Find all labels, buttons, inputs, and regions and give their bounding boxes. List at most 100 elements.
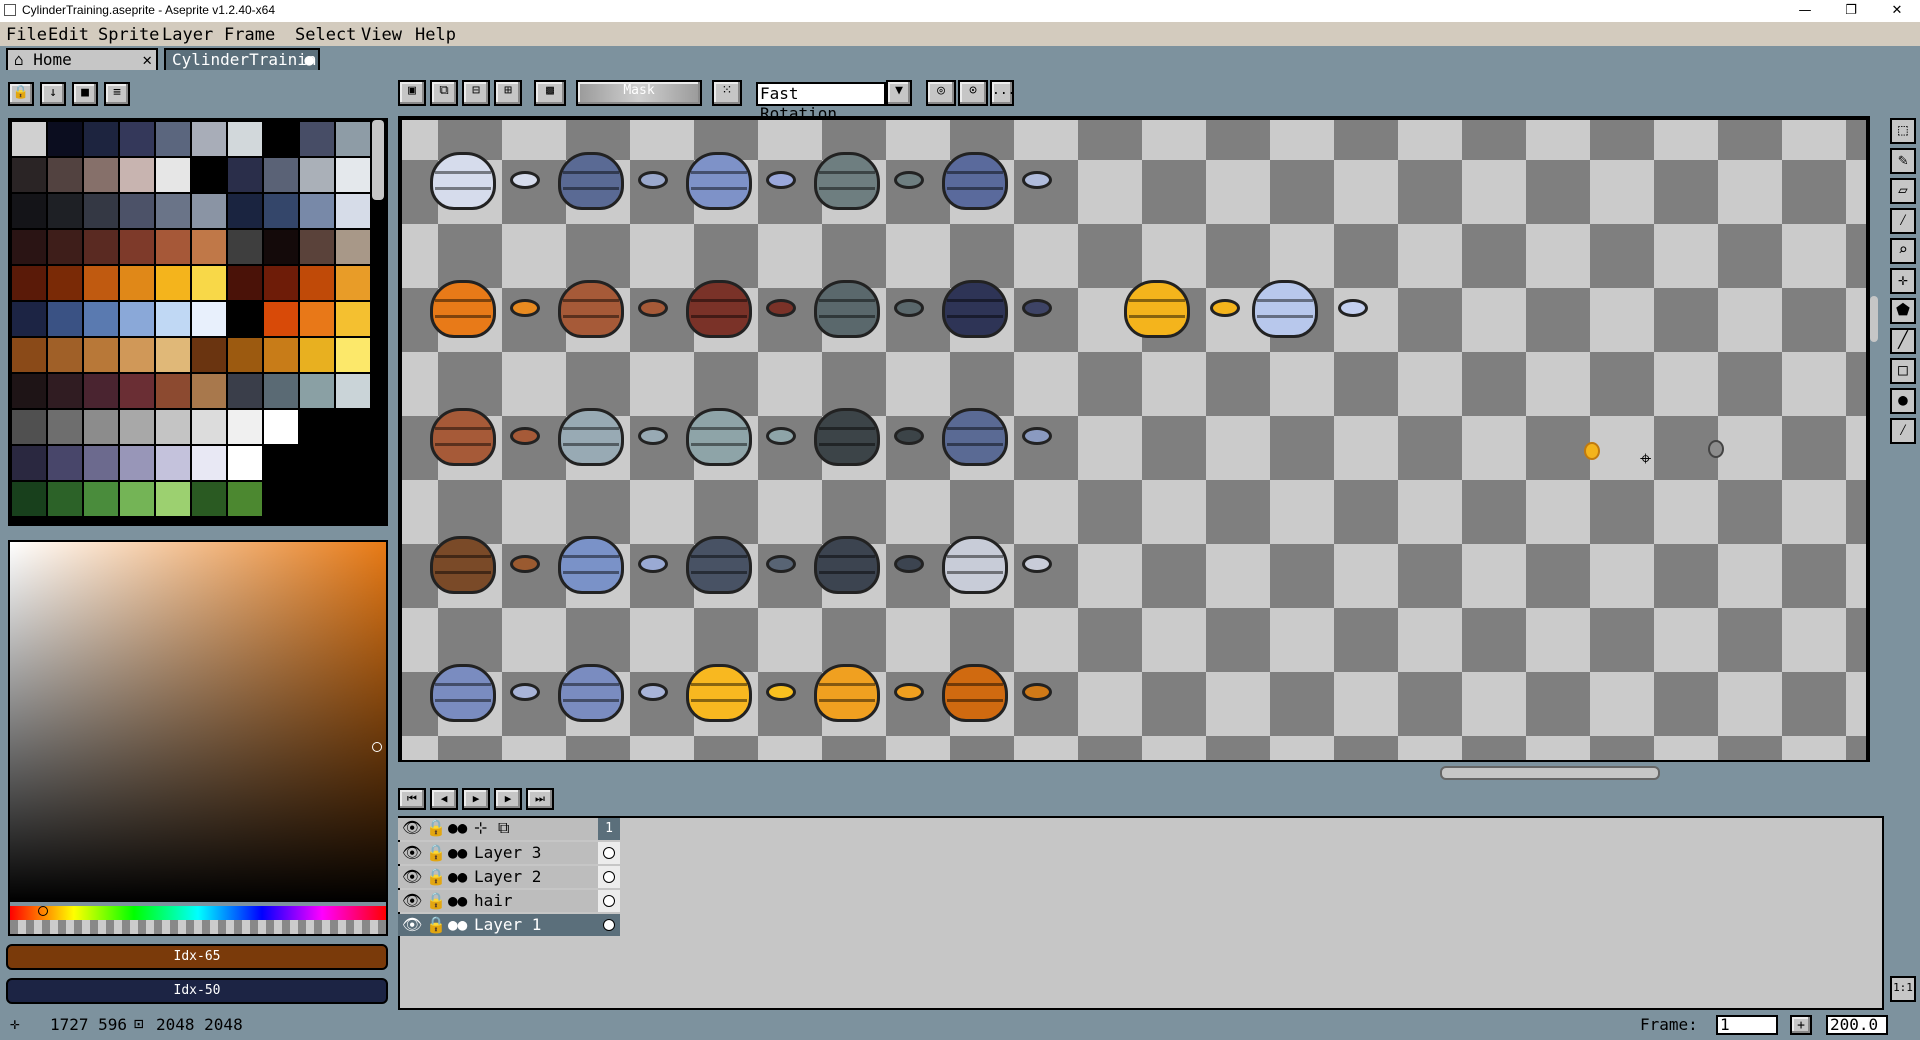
palette-swatch[interactable]	[156, 266, 190, 300]
lock-header-icon[interactable]: 🔒	[426, 818, 446, 837]
palette-swatch[interactable]	[48, 122, 82, 156]
palette-swatch[interactable]	[48, 374, 82, 408]
continuous-icon[interactable]: ●●	[448, 842, 467, 864]
visibility-header-icon[interactable]: 👁	[402, 818, 422, 837]
palette-grid[interactable]	[12, 122, 370, 516]
menu-file[interactable]: File	[6, 25, 47, 45]
onion-skin-icon[interactable]: ⧉	[498, 818, 509, 838]
rotation-algorithm-select[interactable]: Fast Rotation	[756, 82, 886, 123]
transform-icon[interactable]: ⊙	[958, 80, 988, 106]
palette-swatch[interactable]	[336, 302, 370, 336]
play-icon[interactable]: ▶	[462, 788, 490, 810]
blur-icon[interactable]: ⁄	[1890, 418, 1916, 444]
continuous-header-icon[interactable]: ●●	[448, 818, 467, 837]
ratio-button[interactable]: 1:1	[1890, 976, 1916, 1002]
menu-help[interactable]: Help	[415, 25, 456, 45]
palette-swatch[interactable]	[48, 410, 82, 444]
palette-swatch[interactable]	[48, 230, 82, 264]
palette-swatch[interactable]	[120, 338, 154, 372]
palette-swatch[interactable]	[84, 374, 118, 408]
palette-swatch[interactable]	[264, 266, 298, 300]
layer-row[interactable]: 👁 🔒 ●● Layer 2	[398, 866, 620, 888]
palette-swatch[interactable]	[300, 410, 334, 444]
palette-swatch[interactable]	[228, 230, 262, 264]
palette-swatch[interactable]	[120, 302, 154, 336]
saturation-value-area[interactable]	[10, 542, 386, 902]
first-frame-icon[interactable]: ⏮	[398, 788, 426, 810]
palette-swatch[interactable]	[12, 230, 46, 264]
palette-swatch[interactable]	[228, 158, 262, 192]
arrow-down-icon[interactable]: ↓	[40, 82, 66, 106]
palette-swatch[interactable]	[228, 194, 262, 228]
palette-swatch[interactable]	[156, 158, 190, 192]
palette-swatch[interactable]	[192, 230, 226, 264]
palette-swatch[interactable]	[84, 302, 118, 336]
palette-swatch[interactable]	[156, 410, 190, 444]
palette-swatch[interactable]	[156, 482, 190, 516]
palette-swatch[interactable]	[156, 302, 190, 336]
menu-sprite[interactable]: Sprite	[98, 25, 159, 45]
palette-swatch[interactable]	[228, 302, 262, 336]
palette-swatch[interactable]	[12, 158, 46, 192]
visibility-icon[interactable]: 👁	[402, 914, 422, 936]
palette-swatch[interactable]	[84, 230, 118, 264]
palette-swatch[interactable]	[300, 374, 334, 408]
palette-swatch[interactable]	[228, 122, 262, 156]
palette-swatch[interactable]	[84, 194, 118, 228]
palette-menu-icon[interactable]: ≡	[104, 82, 130, 106]
continuous-icon[interactable]: ●●	[448, 914, 467, 936]
palette-swatch[interactable]	[192, 482, 226, 516]
palette-swatch[interactable]	[264, 230, 298, 264]
palette-swatch[interactable]	[12, 122, 46, 156]
palette-swatch[interactable]	[84, 122, 118, 156]
palette-swatch[interactable]	[336, 158, 370, 192]
palette-swatch[interactable]	[228, 338, 262, 372]
tab-close-icon[interactable]: ✕	[142, 50, 152, 70]
paint-bucket-icon[interactable]: ⬟	[1890, 298, 1916, 324]
palette-swatch[interactable]	[192, 266, 226, 300]
minimize-button[interactable]: —	[1782, 0, 1828, 22]
palette-swatch[interactable]	[120, 230, 154, 264]
palette-swatch[interactable]	[192, 122, 226, 156]
layer-row[interactable]: 👁 🔒 ●● Layer 3	[398, 842, 620, 864]
snap-icon[interactable]: ◎	[926, 80, 956, 106]
menu-view[interactable]: View	[361, 25, 402, 45]
palette-swatch[interactable]	[48, 194, 82, 228]
palette-swatch[interactable]	[228, 446, 262, 480]
palette-swatch[interactable]	[228, 410, 262, 444]
palette-swatch[interactable]	[120, 482, 154, 516]
rectangle-icon[interactable]: □	[1890, 358, 1916, 384]
visibility-icon[interactable]: 👁	[402, 842, 422, 864]
palette-swatch[interactable]	[300, 482, 334, 516]
zoom-input[interactable]: 200.0	[1826, 1015, 1888, 1035]
pencil-icon[interactable]: ✎	[1890, 148, 1916, 174]
menu-layer[interactable]: Layer	[162, 25, 213, 45]
menu-edit[interactable]: Edit	[48, 25, 89, 45]
palette-swatch[interactable]	[12, 338, 46, 372]
palette-swatch[interactable]	[156, 374, 190, 408]
layer-row[interactable]: 👁 🔒 ●● hair	[398, 890, 620, 912]
frame-input[interactable]: 1	[1716, 1015, 1778, 1035]
next-frame-icon[interactable]: ▶	[494, 788, 522, 810]
palette-swatch[interactable]	[264, 158, 298, 192]
palette-swatch[interactable]	[300, 446, 334, 480]
palette-swatch[interactable]	[192, 158, 226, 192]
palette-swatch[interactable]	[12, 302, 46, 336]
palette-swatch[interactable]	[84, 482, 118, 516]
palette-swatch[interactable]	[48, 266, 82, 300]
eraser-icon[interactable]: ▱	[1890, 178, 1916, 204]
palette-swatch[interactable]	[336, 410, 370, 444]
hue-slider[interactable]	[10, 906, 386, 920]
lock-icon[interactable]: 🔒	[426, 866, 446, 888]
lock-icon[interactable]: 🔒	[426, 890, 446, 912]
palette-swatch[interactable]	[264, 194, 298, 228]
maximize-button[interactable]: ❐	[1828, 0, 1874, 22]
palette-swatch[interactable]	[192, 302, 226, 336]
menu-frame[interactable]: Frame	[224, 25, 275, 45]
palette-swatch[interactable]	[300, 230, 334, 264]
link-cels-icon[interactable]: ⊹	[474, 818, 487, 837]
palette-swatch[interactable]	[300, 266, 334, 300]
color-picker[interactable]	[8, 540, 388, 936]
palette-swatch[interactable]	[336, 446, 370, 480]
palette-swatch[interactable]	[192, 338, 226, 372]
